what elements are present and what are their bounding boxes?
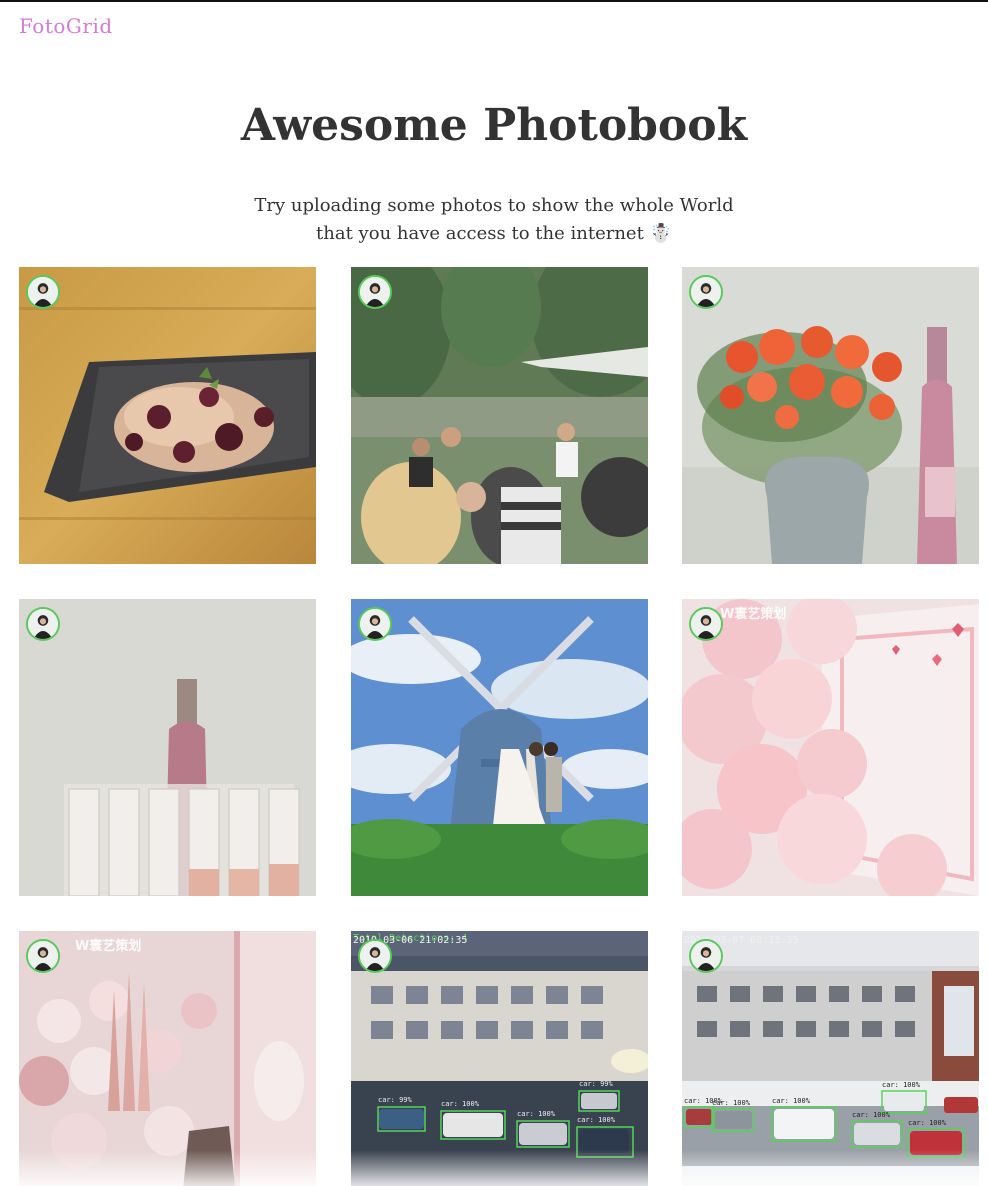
- top-border: [0, 0, 988, 2]
- user-avatar[interactable]: [26, 607, 60, 641]
- detection-label: car: 100%: [908, 1119, 946, 1127]
- user-avatar-icon: [360, 609, 390, 639]
- detection-label: car: 99%: [579, 1080, 613, 1088]
- user-avatar[interactable]: [689, 939, 723, 973]
- photo-tile[interactable]: [351, 267, 648, 564]
- user-avatar-icon: [360, 277, 390, 307]
- page-title: Awesome Photobook: [240, 100, 748, 151]
- user-avatar-icon: [691, 277, 721, 307]
- user-avatar[interactable]: [26, 275, 60, 309]
- user-avatar-icon: [28, 609, 58, 639]
- user-avatar[interactable]: [358, 607, 392, 641]
- detection-label: car: 100%: [577, 1116, 615, 1124]
- user-avatar-icon: [691, 941, 721, 971]
- photo-image: [351, 931, 648, 1186]
- photo-tile[interactable]: 2019-03-07 08:13:35 car: 100% car: 100% …: [682, 931, 979, 1186]
- user-avatar-icon: [28, 277, 58, 307]
- user-avatar[interactable]: [689, 275, 723, 309]
- detection-label: car: 100%: [772, 1097, 810, 1105]
- photo-image: [19, 931, 316, 1186]
- detection-label: car: 100%: [882, 1081, 920, 1089]
- brand-logo-link[interactable]: FotoGrid: [19, 14, 113, 38]
- photo-image: [351, 599, 648, 896]
- photo-image: [682, 931, 979, 1186]
- user-avatar-icon: [28, 941, 58, 971]
- user-avatar[interactable]: [26, 939, 60, 973]
- detection-label: car: 100%: [852, 1111, 890, 1119]
- photo-tile[interactable]: W寰艺策划: [682, 599, 979, 896]
- photo-image: [682, 267, 979, 564]
- subtitle-line-1: Try uploading some photos to show the wh…: [254, 195, 734, 216]
- photo-watermark: W寰艺策划: [720, 607, 787, 622]
- detection-label: car: 99%: [378, 1096, 412, 1104]
- photo-tile[interactable]: W寰艺策划: [19, 931, 316, 1186]
- user-avatar[interactable]: [689, 607, 723, 641]
- user-avatar-icon: [691, 609, 721, 639]
- user-avatar[interactable]: [358, 939, 392, 973]
- user-avatar-icon: [360, 941, 390, 971]
- photo-tile[interactable]: [682, 267, 979, 564]
- subtitle-line-2: that you have access to the internet ☃️: [316, 223, 672, 244]
- photo-image: [351, 267, 648, 564]
- detection-label: car: 100%: [441, 1100, 479, 1108]
- photo-watermark: W寰艺策划: [75, 939, 142, 954]
- detection-label: car: 100%: [517, 1110, 555, 1118]
- photo-tile[interactable]: [19, 267, 316, 564]
- photo-image: [19, 599, 316, 896]
- photo-tile[interactable]: [351, 599, 648, 896]
- photo-image: [682, 599, 979, 896]
- photo-image: [19, 267, 316, 564]
- user-avatar[interactable]: [358, 275, 392, 309]
- detection-label: car: 100%: [712, 1099, 750, 1107]
- photo-tile[interactable]: [19, 599, 316, 896]
- page-subtitle: Try uploading some photos to show the wh…: [0, 192, 988, 248]
- photo-tile[interactable]: Total Detections: 4 2019-03-06 21:02:35 …: [351, 931, 648, 1186]
